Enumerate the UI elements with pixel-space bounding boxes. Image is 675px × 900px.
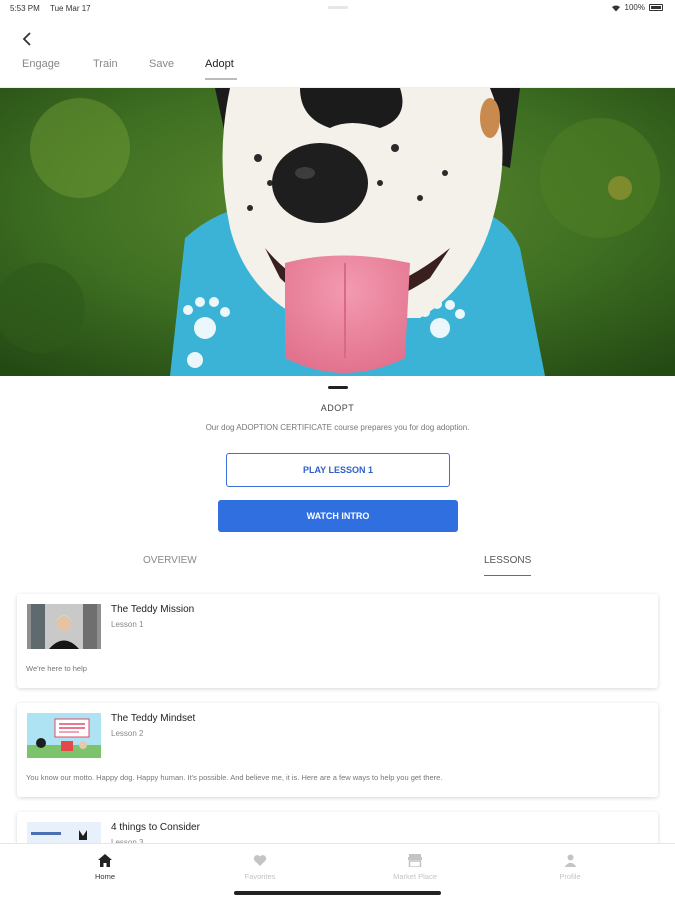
tab-engage[interactable]: Engage [22,58,60,82]
lesson-number: Lesson 1 [111,620,144,629]
tab-adopt[interactable]: Adopt [205,58,237,82]
nav-profile[interactable]: Profile [530,852,610,881]
status-bar: 5:53 PM Tue Mar 17 100% [0,0,675,18]
nav-home-label: Home [94,872,115,881]
status-date: Tue Mar 17 [50,4,91,13]
chevron-left-icon [22,32,31,46]
lesson-number: Lesson 2 [111,729,144,738]
nav-favorites-label: Favorites [244,872,276,881]
lesson-title: 4 things to Consider [111,822,200,833]
person-icon [564,854,576,867]
sheet-handle[interactable] [328,386,348,389]
nav-marketplace-label: Market Place [393,872,437,881]
hero-image [0,88,675,376]
wifi-icon [611,4,620,11]
play-lesson-button[interactable]: PLAY LESSON 1 [226,453,450,487]
lesson-description: You know our motto. Happy dog. Happy hum… [26,773,443,782]
watch-intro-button[interactable]: WATCH INTRO [218,500,458,532]
home-indicator [234,891,441,895]
lesson-description: We're here to help [26,664,87,673]
tab-save[interactable]: Save [149,58,174,82]
tab-overview[interactable]: OVERVIEW [143,555,197,566]
lesson-thumbnail [27,713,101,758]
course-label: ADOPT [320,403,355,413]
lesson-title: The Teddy Mission [111,604,195,615]
tab-train[interactable]: Train [93,58,118,82]
course-description: Our dog ADOPTION CERTIFICATE course prep… [205,423,470,432]
lesson-card[interactable]: The Teddy Mission Lesson 1 We're here to… [17,594,658,688]
nav-marketplace[interactable]: Market Place [375,852,455,881]
status-time: 5:53 PM [10,4,40,13]
back-button[interactable] [16,28,38,50]
battery-icon [649,4,663,11]
status-right: 100% [611,3,663,12]
store-icon [408,853,422,867]
lesson-thumbnail [27,604,101,649]
home-icon [98,853,112,867]
nav-home[interactable]: Home [65,852,145,881]
lesson-card[interactable]: The Teddy Mindset Lesson 2 You know our … [17,703,658,797]
battery-percent: 100% [624,3,645,12]
tab-lessons[interactable]: LESSONS [484,555,532,576]
multitasking-dots [328,6,348,9]
heart-icon [253,854,267,866]
nav-favorites[interactable]: Favorites [220,852,300,881]
nav-profile-label: Profile [559,872,581,881]
lesson-title: The Teddy Mindset [111,713,196,724]
